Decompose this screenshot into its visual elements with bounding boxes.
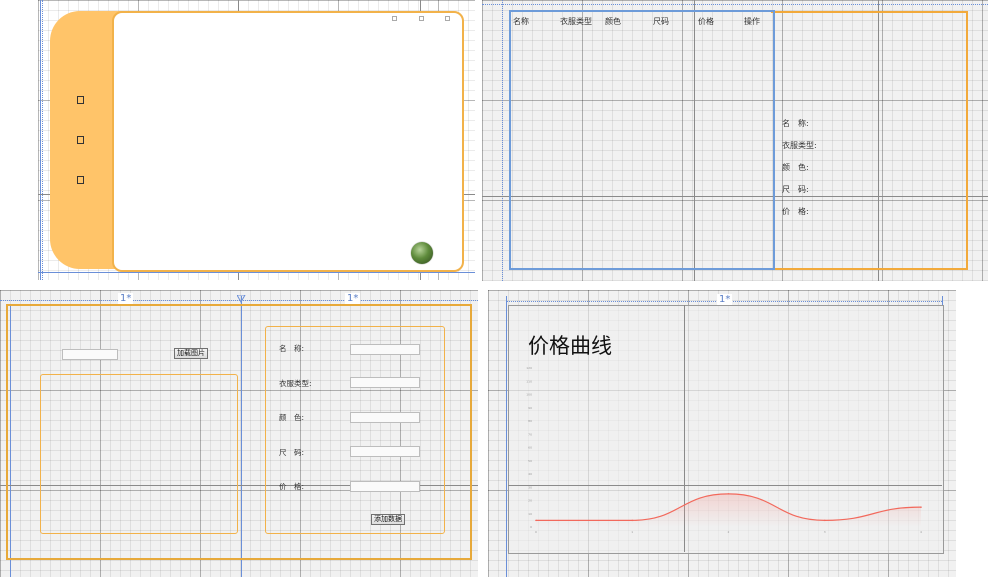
x-tick-label: 1 (631, 530, 633, 534)
maximize-icon[interactable] (419, 16, 424, 21)
header-type[interactable]: 衣服类型 (560, 16, 592, 27)
y-tick-label: 110 (526, 379, 532, 383)
left-guide (40, 0, 41, 280)
type-field[interactable] (350, 377, 420, 388)
detail-label-color: 颜 色: (782, 163, 809, 172)
header-name[interactable]: 名称 (513, 16, 529, 27)
price-point (631, 519, 634, 522)
header-price[interactable]: 价格 (698, 16, 714, 27)
y-tick-label: 10 (528, 512, 532, 516)
y-tick-label: 70 (528, 432, 532, 436)
load-image-button[interactable]: 加载图片 (174, 348, 208, 359)
price-chart-panel: 1* 价格曲线 0 10 20 30 40 50 60 70 80 90 100 110 120 0 1 2 3… (488, 290, 956, 577)
price-curve-chart: 0 10 20 30 40 50 60 70 80 90 100 110 120 0 1 2 3 4 (526, 366, 922, 534)
clothes-table[interactable] (509, 10, 775, 270)
minimize-icon[interactable] (392, 16, 397, 21)
price-point (727, 493, 730, 495)
size-field[interactable] (350, 446, 420, 457)
name-field[interactable] (350, 344, 420, 355)
x-tick-label: 2 (728, 530, 730, 534)
header-color[interactable]: 颜色 (605, 16, 621, 27)
image-preview-box (40, 374, 238, 534)
left-guide-dotted (42, 0, 43, 280)
y-tick-label: 90 (528, 406, 532, 410)
form-label-name: 名 称: (279, 344, 305, 353)
form-label-price: 价 格: (279, 482, 305, 491)
clothes-list-panel: 名称 衣服类型 颜色 尺码 价格 操作 名 称: 衣服类型: 颜 色: 尺 码:… (482, 0, 988, 281)
header-size[interactable]: 尺码 (653, 16, 669, 27)
nav-icon-1[interactable] (77, 96, 84, 104)
clothes-form (265, 326, 445, 534)
form-label-color: 颜 色: (279, 413, 305, 422)
price-point (823, 519, 826, 522)
price-area (536, 493, 921, 527)
add-data-button[interactable]: 添加数据 (371, 514, 405, 525)
window-designer-panel (38, 0, 475, 280)
y-tick-label: 60 (528, 446, 532, 450)
price-field[interactable] (350, 481, 420, 492)
splitter-arrow-icon[interactable] (237, 295, 246, 303)
y-tick-label: 0 (530, 525, 532, 529)
y-tick-label: 100 (526, 393, 532, 397)
avatar[interactable] (411, 242, 433, 264)
column-marker-1[interactable]: 1* (118, 293, 134, 304)
bottom-guide (38, 272, 475, 273)
content-area (112, 11, 464, 272)
detail-label-name: 名 称: (782, 119, 809, 128)
add-clothes-panel: 1* 1* 加载图片 名 称: 衣服类型: 颜 色: 尺 码: 价 格: 添加数… (0, 290, 478, 577)
left-guide (502, 0, 503, 281)
close-icon[interactable] (445, 16, 450, 21)
detail-label-price: 价 格: (782, 207, 809, 216)
price-point (920, 506, 922, 508)
x-tick-label: 3 (824, 530, 826, 534)
y-tick-label: 80 (528, 419, 532, 423)
header-action[interactable]: 操作 (744, 16, 760, 27)
price-point (535, 519, 537, 522)
detail-label-type: 衣服类型: (782, 141, 817, 150)
x-tick-label: 0 (535, 530, 537, 534)
detail-label-size: 尺 码: (782, 185, 809, 194)
y-tick-label: 50 (528, 459, 532, 463)
y-tick-label: 40 (528, 472, 532, 476)
x-tick-label: 4 (920, 530, 922, 534)
y-tick-label: 120 (526, 366, 532, 370)
nav-icon-2[interactable] (77, 136, 84, 144)
y-tick-label: 20 (528, 499, 532, 503)
column-marker-2[interactable]: 1* (345, 293, 361, 304)
nav-icon-3[interactable] (77, 176, 84, 184)
form-label-size: 尺 码: (279, 448, 305, 457)
image-path-input[interactable] (62, 349, 118, 360)
top-guide (482, 4, 988, 5)
y-tick-label: 30 (528, 485, 532, 489)
color-field[interactable] (350, 412, 420, 423)
form-label-type: 衣服类型: (279, 379, 312, 388)
